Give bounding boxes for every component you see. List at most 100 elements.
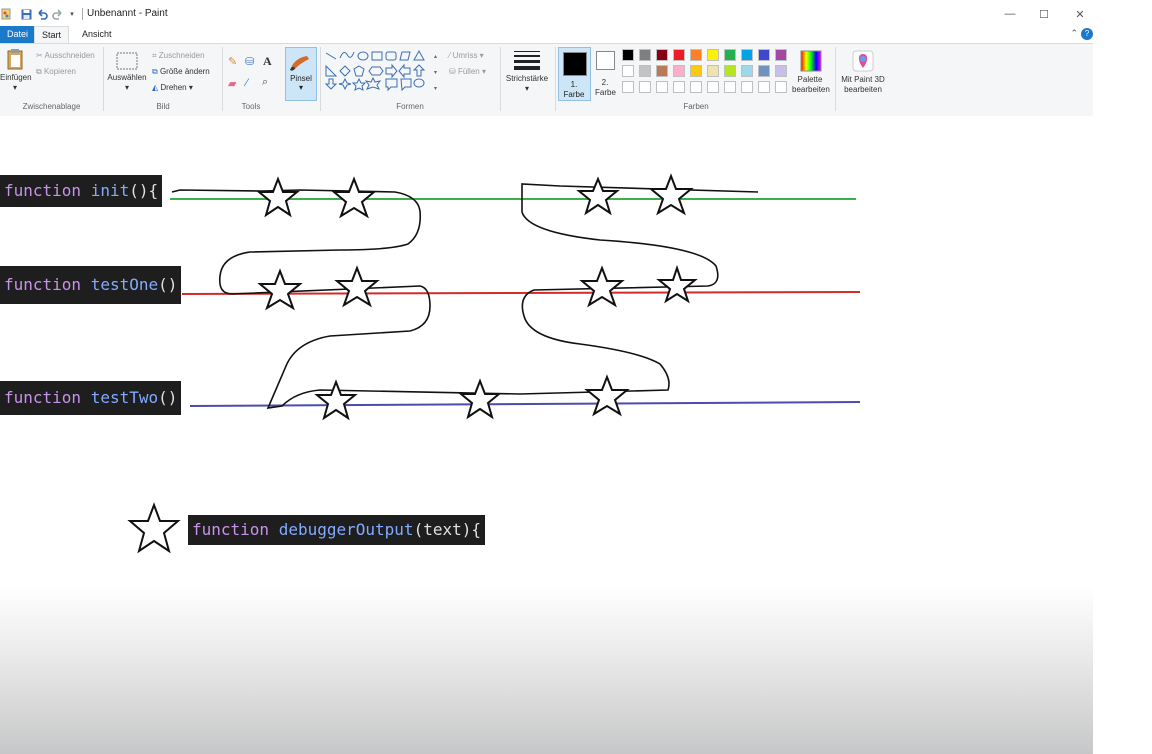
maximize-button[interactable]: ☐ [1027, 4, 1061, 24]
paint-app-icon[interactable] [0, 8, 12, 20]
tab-datei[interactable]: Datei [0, 26, 34, 43]
crop-button[interactable]: ⌗ Zuschneiden [152, 51, 205, 61]
text-tool-icon[interactable]: A [263, 54, 272, 69]
stroke-size-label: Strichstärke [505, 74, 549, 83]
freehand-drawing [127, 173, 861, 554]
palette-swatch[interactable] [741, 49, 753, 61]
palette-swatch[interactable] [758, 65, 770, 77]
fill-bucket-icon[interactable]: ⛁ [245, 55, 254, 68]
magnifier-icon[interactable]: ⌕ [262, 76, 268, 89]
minimize-button[interactable]: — [993, 4, 1027, 24]
paint3d-label: Mit Paint 3D bearbeiten [841, 75, 885, 94]
palette-swatch[interactable] [775, 81, 787, 93]
outline-label: Umriss [452, 51, 478, 60]
title-bar: ▾ Unbenannt - Paint — ☐ ✕ [0, 2, 1093, 26]
star-icon [334, 265, 380, 308]
palette-swatch[interactable] [758, 49, 770, 61]
paste-icon [7, 49, 23, 70]
star-icon [576, 176, 620, 216]
star-icon [584, 374, 630, 417]
palette-swatch[interactable] [741, 65, 753, 77]
select-label: Auswählen [107, 73, 147, 82]
paint-window: ▾ Unbenannt - Paint — ☐ ✕ Datei Start An… [0, 0, 1093, 754]
brush-button[interactable]: Pinsel ▾ [285, 47, 317, 101]
palette-swatch[interactable] [690, 65, 702, 77]
star-icon [257, 268, 303, 311]
close-button[interactable]: ✕ [1063, 4, 1093, 24]
brush-dropdown-icon: ▾ [298, 83, 303, 92]
edit-palette-label: Palette bearbeiten [792, 75, 830, 94]
shapes-gallery[interactable]: ▴ ▾ ▾ [324, 48, 443, 96]
palette-swatch[interactable] [673, 81, 685, 93]
fill-button[interactable]: ⛁ Füllen ▾ [449, 67, 486, 76]
group-label-tools: Tools [241, 102, 261, 111]
group-separator [500, 47, 501, 111]
copy-button[interactable]: ⧉ Kopieren [36, 67, 76, 77]
palette-swatch[interactable] [741, 81, 753, 93]
palette-swatch[interactable] [673, 65, 685, 77]
palette-swatch[interactable] [639, 81, 651, 93]
palette-swatch[interactable] [673, 49, 685, 61]
palette-swatch[interactable] [656, 49, 668, 61]
undo-icon[interactable] [36, 8, 48, 20]
drawing-canvas[interactable]: function init(){ function testOne() func… [0, 116, 1093, 754]
group-label-clipboard: Zwischenablage [22, 102, 81, 111]
star-icon [656, 264, 698, 304]
brush-icon [290, 56, 309, 71]
palette-swatch[interactable] [656, 81, 668, 93]
palette-swatch[interactable] [622, 49, 634, 61]
stroke-size-icon [514, 51, 540, 70]
star-icon [331, 176, 377, 219]
tab-start[interactable]: Start [34, 26, 70, 44]
palette-swatch[interactable] [707, 49, 719, 61]
palette-swatch[interactable] [775, 65, 787, 77]
resize-icon: ⧉ [152, 67, 158, 76]
color2-swatch [595, 51, 615, 70]
eraser-icon[interactable]: ▰ [228, 77, 236, 90]
palette-swatch[interactable] [639, 49, 651, 61]
palette-swatch[interactable] [639, 65, 651, 77]
help-icon[interactable]: ? [1081, 28, 1093, 40]
outline-button[interactable]: ⁄ Umriss ▾ [449, 51, 484, 60]
palette-swatch[interactable] [724, 65, 736, 77]
palette-swatch[interactable] [758, 81, 770, 93]
color2-button[interactable]: 2. Farbe [591, 48, 619, 98]
color2-label: 2. Farbe [595, 78, 616, 97]
paste-button[interactable]: Einfügen ▾ [0, 48, 32, 93]
star-icon [579, 265, 625, 308]
paint3d-button[interactable]: Mit Paint 3D bearbeiten [838, 50, 888, 95]
palette-swatch[interactable] [775, 49, 787, 61]
brush-label: Pinsel [290, 74, 312, 83]
color-picker-icon[interactable]: ⁄ [246, 77, 248, 89]
select-icon [116, 52, 138, 70]
palette-swatch[interactable] [690, 49, 702, 61]
customize-quick-access-icon[interactable]: ▾ [67, 8, 77, 20]
rotate-button[interactable]: ◭ Drehen ▾ [152, 83, 193, 92]
palette-swatch[interactable] [707, 81, 719, 93]
pencil-icon[interactable]: ✎ [228, 55, 237, 68]
palette-swatch[interactable] [622, 81, 634, 93]
palette-swatch[interactable] [707, 65, 719, 77]
edit-palette-button[interactable]: Palette bearbeiten [792, 50, 830, 95]
group-separator [835, 47, 836, 111]
svg-text:▾: ▾ [434, 85, 437, 92]
resize-label: Größe ändern [159, 67, 210, 76]
redo-icon[interactable] [52, 8, 64, 20]
palette-swatch[interactable] [690, 81, 702, 93]
palette-swatch[interactable] [656, 65, 668, 77]
resize-button[interactable]: ⧉ Größe ändern [152, 67, 210, 77]
palette-swatch[interactable] [724, 81, 736, 93]
star-icon [458, 378, 502, 420]
color1-button[interactable]: 1. Farbe [558, 47, 591, 101]
palette-swatch[interactable] [622, 65, 634, 77]
blue-line [189, 401, 861, 407]
star-icon [256, 176, 300, 218]
copy-label: Kopieren [43, 67, 76, 76]
tab-ansicht[interactable]: Ansicht [75, 26, 119, 43]
cut-button[interactable]: ✂ Ausschneiden [36, 51, 95, 60]
palette-swatch[interactable] [724, 49, 736, 61]
stroke-size-button[interactable]: Strichstärke ▾ [503, 49, 551, 94]
select-button[interactable]: Auswählen ▾ [107, 52, 147, 93]
collapse-ribbon-icon[interactable]: ⌃ [1070, 28, 1078, 39]
save-icon[interactable] [20, 8, 32, 20]
